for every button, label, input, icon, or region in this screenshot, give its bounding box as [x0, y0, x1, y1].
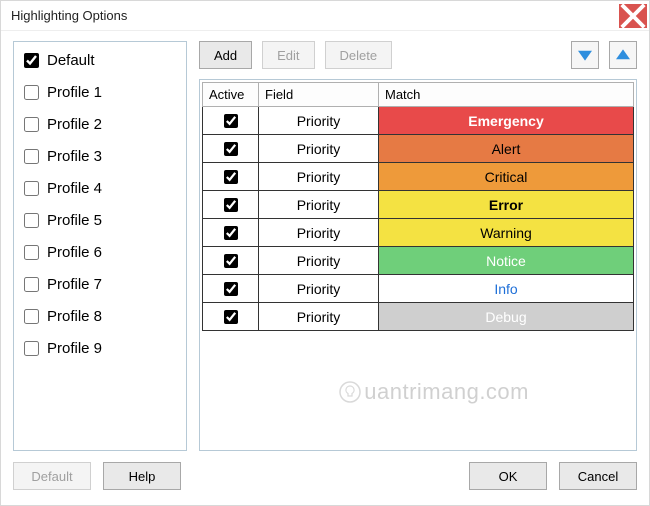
- active-cell[interactable]: [203, 163, 259, 191]
- profile-label: Profile 1: [47, 84, 102, 101]
- active-cell[interactable]: [203, 247, 259, 275]
- profile-item[interactable]: Profile 5: [14, 204, 186, 236]
- active-checkbox[interactable]: [224, 310, 238, 324]
- profile-item[interactable]: Default: [14, 44, 186, 76]
- left-pane: Default Profile 1 Profile 2 Profile 3 Profil…: [13, 41, 187, 451]
- active-cell[interactable]: [203, 275, 259, 303]
- active-cell[interactable]: [203, 135, 259, 163]
- field-cell: Priority: [259, 191, 379, 219]
- active-checkbox[interactable]: [224, 254, 238, 268]
- dialog-body: Default Profile 1 Profile 2 Profile 3 Profil…: [1, 31, 649, 457]
- dialog-window: Highlighting Options Default Profile 1 Pro…: [0, 0, 650, 506]
- col-header-active[interactable]: Active: [203, 83, 259, 107]
- active-cell[interactable]: [203, 107, 259, 135]
- cancel-button[interactable]: Cancel: [559, 462, 637, 490]
- close-button[interactable]: [619, 4, 647, 28]
- rules-table-box: Active Field Match PriorityEmergencyPrio…: [199, 79, 637, 451]
- profiles-list[interactable]: Default Profile 1 Profile 2 Profile 3 Profil…: [13, 41, 187, 451]
- table-row[interactable]: PriorityEmergency: [203, 107, 634, 135]
- table-row[interactable]: PriorityWarning: [203, 219, 634, 247]
- arrow-up-icon: [616, 48, 630, 62]
- match-cell: Notice: [379, 247, 634, 275]
- match-cell: Debug: [379, 303, 634, 331]
- field-cell: Priority: [259, 219, 379, 247]
- active-checkbox[interactable]: [224, 142, 238, 156]
- profile-checkbox[interactable]: [24, 149, 39, 164]
- active-checkbox[interactable]: [224, 170, 238, 184]
- profile-item[interactable]: Profile 1: [14, 76, 186, 108]
- dialog-footer: Default Help OK Cancel: [1, 457, 649, 505]
- table-header-row: Active Field Match: [203, 83, 634, 107]
- active-checkbox[interactable]: [224, 282, 238, 296]
- profile-checkbox[interactable]: [24, 277, 39, 292]
- table-row[interactable]: PriorityAlert: [203, 135, 634, 163]
- move-up-button[interactable]: [609, 41, 637, 69]
- profile-item[interactable]: Profile 6: [14, 236, 186, 268]
- active-cell[interactable]: [203, 219, 259, 247]
- active-checkbox[interactable]: [224, 114, 238, 128]
- table-row[interactable]: PriorityError: [203, 191, 634, 219]
- match-cell: Critical: [379, 163, 634, 191]
- arrow-down-icon: [578, 48, 592, 62]
- match-cell: Info: [379, 275, 634, 303]
- profile-label: Profile 5: [47, 212, 102, 229]
- profile-checkbox[interactable]: [24, 85, 39, 100]
- delete-button: Delete: [325, 41, 393, 69]
- profile-label: Profile 3: [47, 148, 102, 165]
- profile-checkbox[interactable]: [24, 309, 39, 324]
- profile-item[interactable]: Profile 4: [14, 172, 186, 204]
- profile-label: Profile 8: [47, 308, 102, 325]
- profile-label: Profile 9: [47, 340, 102, 357]
- field-cell: Priority: [259, 303, 379, 331]
- close-icon: [619, 2, 647, 30]
- default-button: Default: [13, 462, 91, 490]
- profile-item[interactable]: Profile 8: [14, 300, 186, 332]
- col-header-match[interactable]: Match: [379, 83, 634, 107]
- match-cell: Alert: [379, 135, 634, 163]
- match-cell: Emergency: [379, 107, 634, 135]
- profile-item[interactable]: Profile 2: [14, 108, 186, 140]
- match-cell: Error: [379, 191, 634, 219]
- profile-checkbox[interactable]: [24, 245, 39, 260]
- toolbar: Add Edit Delete: [199, 41, 637, 69]
- add-button[interactable]: Add: [199, 41, 252, 69]
- table-row[interactable]: PriorityNotice: [203, 247, 634, 275]
- profile-label: Profile 2: [47, 116, 102, 133]
- field-cell: Priority: [259, 135, 379, 163]
- profile-label: Default: [47, 52, 95, 69]
- window-title: Highlighting Options: [11, 8, 619, 23]
- active-checkbox[interactable]: [224, 198, 238, 212]
- profile-checkbox[interactable]: [24, 53, 39, 68]
- right-pane: Add Edit Delete Acti: [199, 41, 637, 451]
- titlebar: Highlighting Options: [1, 1, 649, 31]
- active-cell[interactable]: [203, 303, 259, 331]
- profile-label: Profile 7: [47, 276, 102, 293]
- ok-button[interactable]: OK: [469, 462, 547, 490]
- profile-item[interactable]: Profile 3: [14, 140, 186, 172]
- profile-checkbox[interactable]: [24, 213, 39, 228]
- profile-checkbox[interactable]: [24, 341, 39, 356]
- field-cell: Priority: [259, 107, 379, 135]
- profile-checkbox[interactable]: [24, 181, 39, 196]
- match-cell: Warning: [379, 219, 634, 247]
- field-cell: Priority: [259, 163, 379, 191]
- table-row[interactable]: PriorityInfo: [203, 275, 634, 303]
- field-cell: Priority: [259, 247, 379, 275]
- profile-item[interactable]: Profile 7: [14, 268, 186, 300]
- table-row[interactable]: PriorityCritical: [203, 163, 634, 191]
- table-row[interactable]: PriorityDebug: [203, 303, 634, 331]
- active-cell[interactable]: [203, 191, 259, 219]
- profile-label: Profile 4: [47, 180, 102, 197]
- move-down-button[interactable]: [571, 41, 599, 69]
- help-button[interactable]: Help: [103, 462, 181, 490]
- active-checkbox[interactable]: [224, 226, 238, 240]
- rules-table: Active Field Match PriorityEmergencyPrio…: [202, 82, 634, 331]
- field-cell: Priority: [259, 275, 379, 303]
- profile-checkbox[interactable]: [24, 117, 39, 132]
- col-header-field[interactable]: Field: [259, 83, 379, 107]
- edit-button: Edit: [262, 41, 314, 69]
- profile-item[interactable]: Profile 9: [14, 332, 186, 364]
- profile-label: Profile 6: [47, 244, 102, 261]
